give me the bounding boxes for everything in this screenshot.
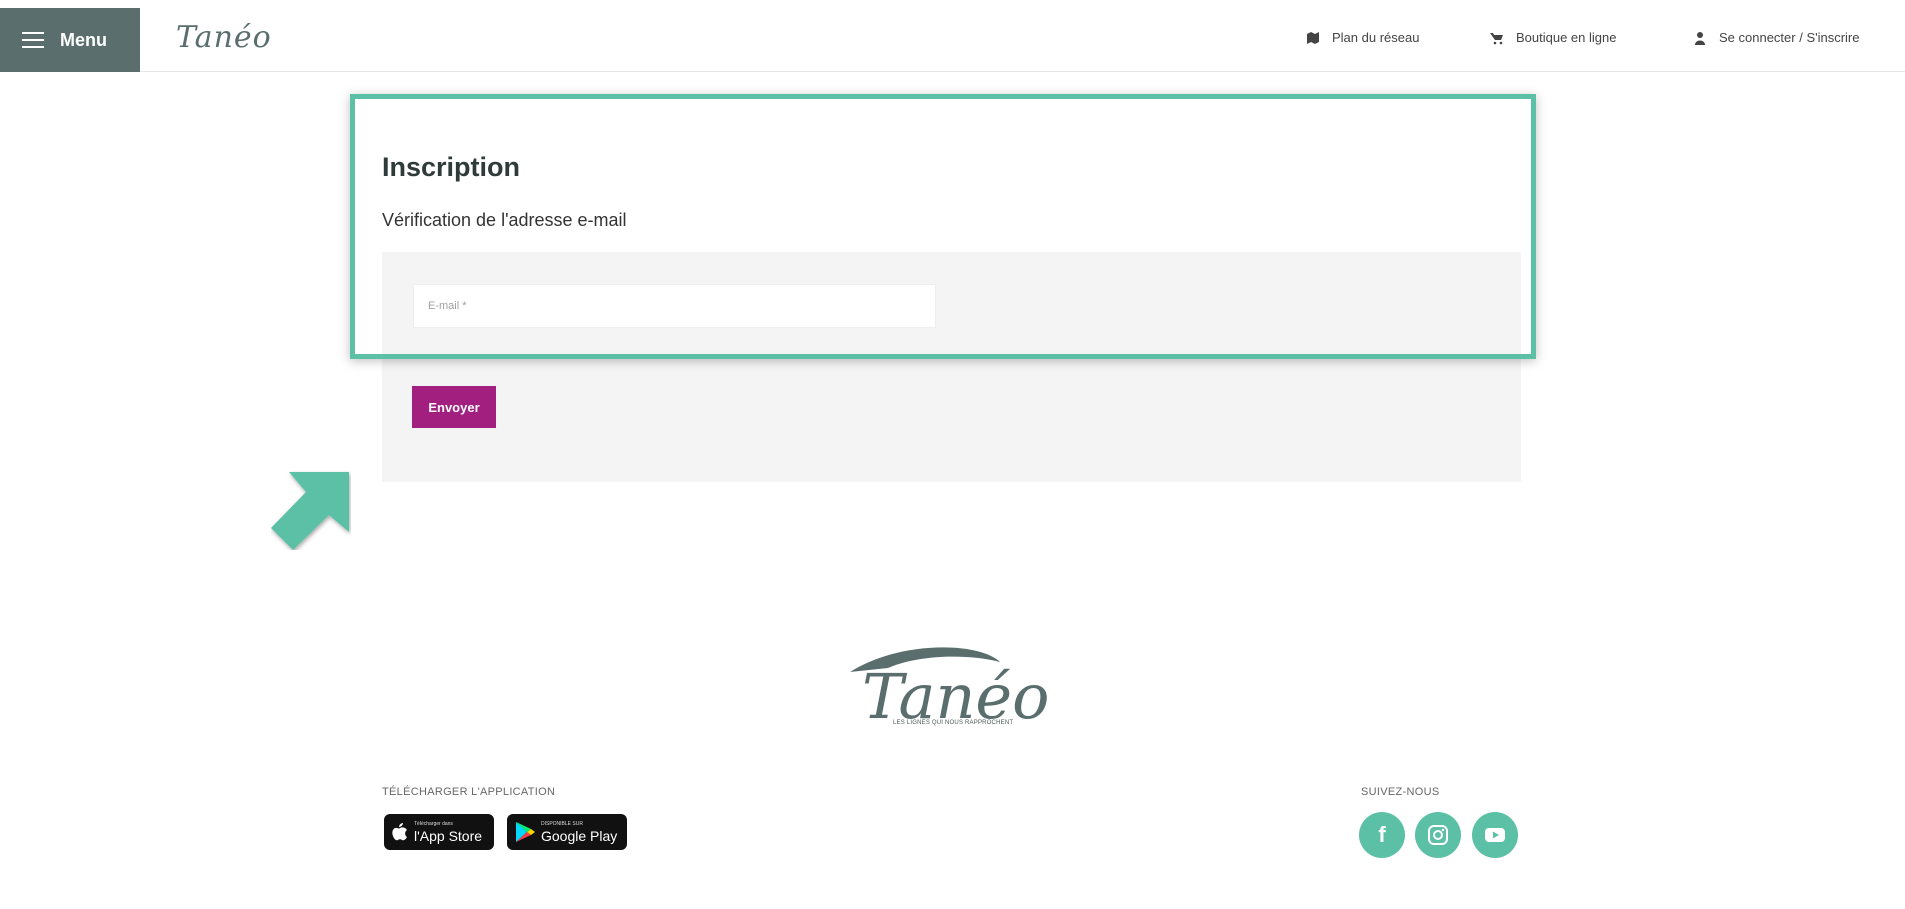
app-store-big-text: l'App Store [414, 827, 483, 844]
instagram-link[interactable] [1415, 812, 1461, 858]
menu-label: Menu [60, 29, 107, 50]
google-play-big-text: Google Play [541, 827, 618, 844]
google-play-small-text: DISPONIBLE SUR [541, 820, 583, 827]
site-header: Menu Tanéo Plan du réseau Boutique en li… [0, 8, 1905, 72]
login-register-label: Se connecter / S'inscrire [1719, 30, 1860, 45]
login-register-link[interactable]: Se connecter / S'inscrire [1693, 30, 1860, 45]
form-subtitle: Vérification de l'adresse e-mail [382, 210, 627, 230]
email-field[interactable] [413, 284, 936, 328]
pointer-arrow-icon [271, 472, 349, 550]
apple-icon [392, 823, 407, 841]
online-shop-link[interactable]: Boutique en ligne [1490, 30, 1616, 45]
network-map-link[interactable]: Plan du réseau [1306, 30, 1419, 45]
youtube-link[interactable] [1472, 812, 1518, 858]
page-title: Inscription [382, 152, 521, 182]
youtube-icon [1485, 828, 1505, 842]
cart-icon [1490, 32, 1503, 44]
app-store-badge[interactable]: Télécharger dans l'App Store [384, 814, 494, 850]
facebook-link[interactable]: f [1359, 812, 1405, 858]
instagram-icon [1428, 825, 1448, 845]
app-store-small-text: Télécharger dans [414, 820, 453, 827]
google-play-icon [516, 822, 535, 842]
footer-tagline: LES LIGNES QUI NOUS RAPPROCHENT [893, 720, 1014, 726]
map-icon [1307, 31, 1319, 44]
online-shop-label: Boutique en ligne [1516, 30, 1617, 45]
hamburger-icon [22, 32, 44, 48]
facebook-icon: f [1378, 822, 1386, 847]
send-button[interactable]: Envoyer [412, 386, 496, 428]
header-logo[interactable]: Tanéo [176, 20, 272, 55]
follow-us-heading: SUIVEZ-NOUS [1361, 786, 1440, 798]
menu-button[interactable]: Menu [0, 8, 140, 72]
network-map-label: Plan du réseau [1332, 30, 1420, 45]
user-icon [1695, 31, 1705, 45]
download-app-heading: TÉLÉCHARGER L'APPLICATION [382, 786, 556, 798]
google-play-badge[interactable]: DISPONIBLE SUR Google Play [507, 814, 627, 850]
